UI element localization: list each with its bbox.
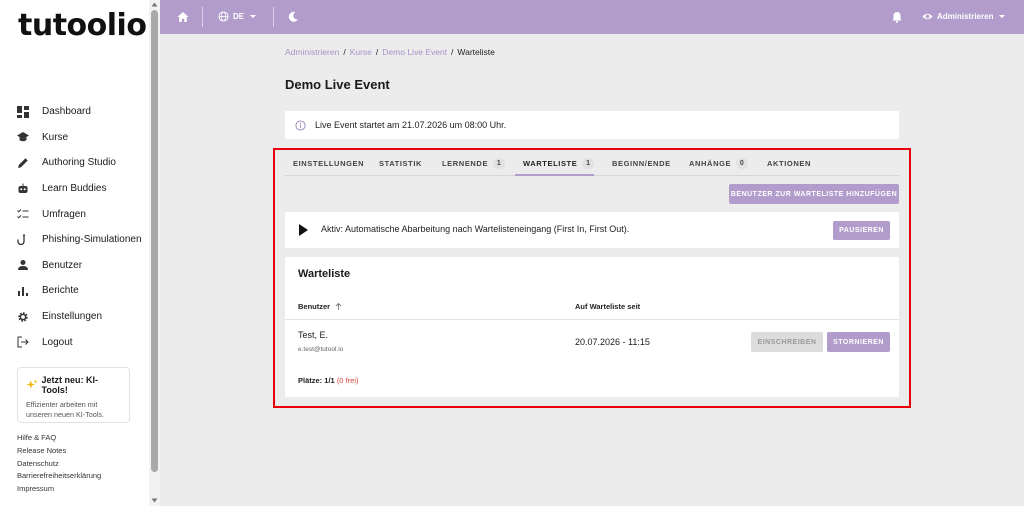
robot-icon (17, 183, 29, 195)
sidebar: tutoolio Dashboard Kurse Authoring Studi… (0, 0, 160, 506)
globe-icon (218, 11, 229, 22)
top-bar: DE Administrieren (160, 0, 1024, 34)
bar-chart-icon (17, 285, 29, 297)
footer-link-barrierefreiheit[interactable]: Barrierefreiheitserklärung (17, 470, 101, 483)
checklist-icon (17, 208, 29, 220)
chevron-down-icon (999, 15, 1006, 18)
info-text: Live Event startet am 21.07.2026 um 08:0… (315, 120, 507, 130)
scroll-down-arrow-icon[interactable] (151, 497, 158, 504)
ki-tools-title: Jetzt neu: KI-Tools! (26, 375, 121, 395)
sidebar-item-label: Umfragen (42, 208, 86, 220)
sparkle-icon (26, 379, 38, 389)
sidebar-item-label: Berichte (42, 285, 79, 297)
breadcrumb-link-course[interactable]: Demo Live Event (382, 47, 447, 57)
sidebar-item-label: Einstellungen (42, 311, 103, 323)
sidebar-item-label: Kurse (42, 131, 69, 143)
language-label: DE (233, 12, 245, 21)
info-icon (295, 119, 306, 131)
breadcrumb-separator: / (343, 47, 346, 57)
sidebar-item-logout[interactable]: Logout (0, 329, 148, 355)
pencil-icon (17, 157, 29, 169)
graduation-cap-icon (17, 131, 29, 143)
person-icon (17, 259, 29, 271)
breadcrumb-link-administrieren[interactable]: Administrieren (285, 47, 339, 57)
footer-link-datenschutz[interactable]: Datenschutz (17, 458, 101, 471)
home-icon[interactable] (177, 11, 189, 23)
sidebar-item-learn-buddies[interactable]: Learn Buddies (0, 176, 148, 202)
sidebar-item-label: Authoring Studio (42, 157, 116, 169)
role-label: Administrieren (937, 12, 994, 21)
sidebar-item-benutzer[interactable]: Benutzer (0, 253, 148, 279)
ki-tools-title-text: Jetzt neu: KI-Tools! (41, 375, 99, 395)
ki-tools-text: Effizienter arbeiten mit unseren neuen K… (26, 400, 104, 419)
hook-icon (17, 234, 29, 246)
role-selector[interactable]: Administrieren (922, 11, 1006, 22)
gear-icon (17, 311, 29, 323)
sidebar-item-phishing-simulationen[interactable]: Phishing-Simulationen (0, 227, 148, 253)
sidebar-item-dashboard[interactable]: Dashboard (0, 99, 148, 125)
breadcrumb-separator: / (451, 47, 454, 57)
page-title: Demo Live Event (285, 77, 390, 92)
language-selector[interactable]: DE (218, 11, 257, 22)
scrollbar-thumb[interactable] (151, 10, 158, 472)
footer-link-impressum[interactable]: Impressum (17, 483, 101, 496)
sidebar-item-einstellungen[interactable]: Einstellungen (0, 304, 148, 330)
sidebar-nav: Dashboard Kurse Authoring Studio Learn B… (0, 99, 148, 355)
bell-icon[interactable] (891, 11, 903, 23)
breadcrumb-current: Warteliste (457, 47, 495, 57)
info-banner: Live Event startet am 21.07.2026 um 08:0… (285, 111, 899, 139)
breadcrumb-separator: / (375, 47, 379, 57)
brand-logo[interactable]: tutoolio (18, 8, 147, 43)
footer-link-hilfe[interactable]: Hilfe & FAQ (17, 432, 101, 445)
sidebar-item-berichte[interactable]: Berichte (0, 278, 148, 304)
chevron-down-icon (250, 15, 257, 18)
sidebar-item-label: Dashboard (42, 106, 91, 118)
ki-tools-card[interactable]: Jetzt neu: KI-Tools! Effizienter arbeite… (17, 367, 130, 423)
sidebar-item-authoring-studio[interactable]: Authoring Studio (0, 150, 148, 176)
footer-links: Hilfe & FAQ Release Notes Datenschutz Ba… (17, 432, 101, 496)
topbar-divider (273, 7, 274, 27)
dashboard-icon (17, 105, 29, 118)
topbar-divider (202, 7, 203, 27)
sidebar-scrollbar[interactable] (149, 0, 160, 506)
moon-icon[interactable] (287, 11, 299, 23)
logout-icon (17, 336, 29, 348)
sidebar-item-label: Phishing-Simulationen (42, 234, 142, 246)
footer-link-release-notes[interactable]: Release Notes (17, 445, 101, 458)
sidebar-item-umfragen[interactable]: Umfragen (0, 201, 148, 227)
scroll-up-arrow-icon[interactable] (151, 1, 158, 8)
sidebar-item-label: Benutzer (42, 259, 83, 271)
sidebar-item-label: Logout (42, 336, 73, 348)
breadcrumb-link-kurse[interactable]: Kurse (350, 47, 372, 57)
sidebar-item-kurse[interactable]: Kurse (0, 125, 148, 151)
sidebar-item-label: Learn Buddies (42, 183, 107, 195)
breadcrumb: Administrieren / Kurse / Demo Live Event / War… (285, 47, 495, 57)
eye-icon (922, 13, 933, 20)
highlight-frame (273, 148, 911, 408)
